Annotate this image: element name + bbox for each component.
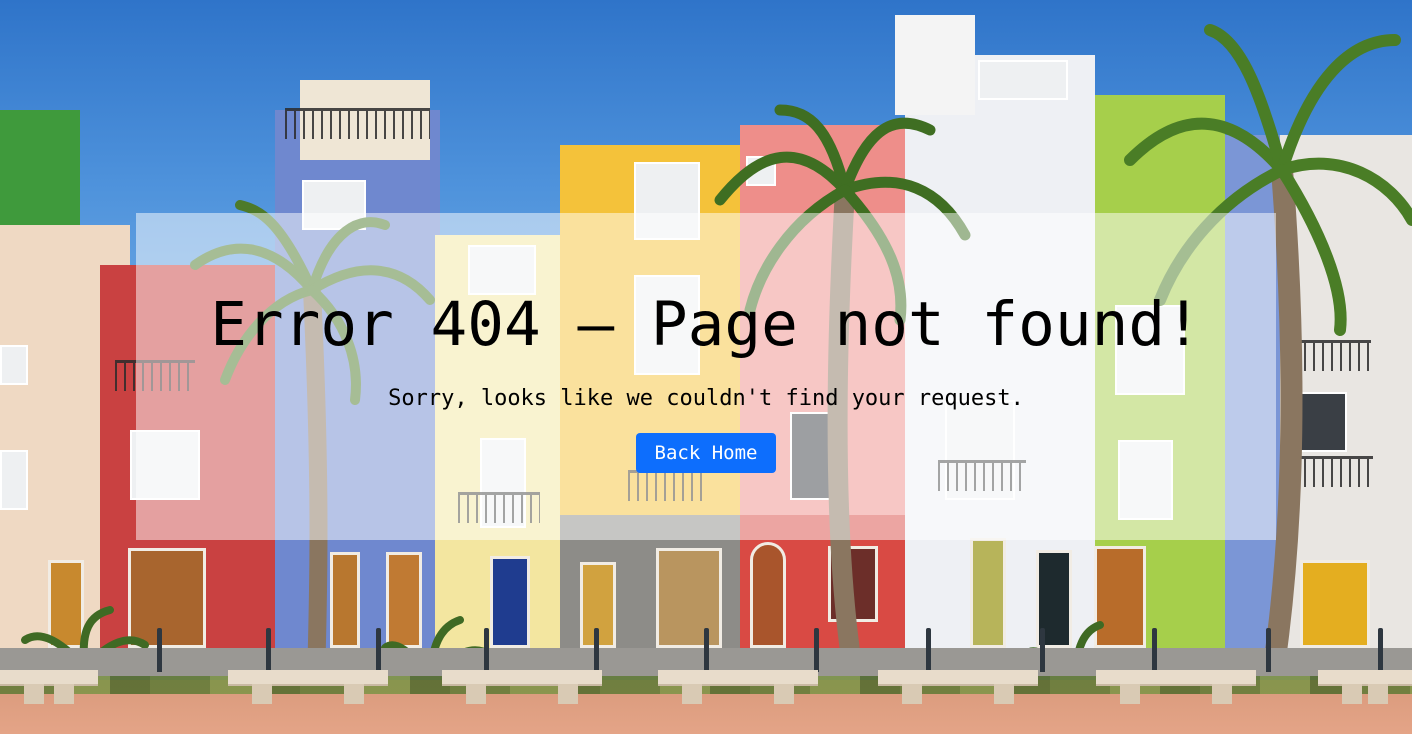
bollard	[926, 628, 931, 672]
bollard	[1378, 628, 1383, 672]
bollard	[814, 628, 819, 672]
bollard	[704, 628, 709, 672]
bench	[228, 670, 388, 704]
bench	[0, 670, 98, 704]
bench	[442, 670, 602, 704]
bollard	[266, 628, 271, 672]
bench	[1318, 670, 1412, 704]
error-title: Error 404 — Page not found!	[210, 289, 1202, 360]
bench	[1096, 670, 1256, 704]
bollard	[1152, 628, 1157, 672]
bollard	[376, 628, 381, 672]
back-home-button[interactable]: Back Home	[636, 433, 776, 473]
bollard	[594, 628, 599, 672]
bench	[878, 670, 1038, 704]
bollard	[1040, 628, 1045, 672]
error-message: Sorry, looks like we couldn't find your …	[388, 386, 1024, 411]
bollard	[1266, 628, 1271, 672]
error-panel: Error 404 — Page not found! Sorry, looks…	[136, 213, 1276, 540]
bollard	[157, 628, 162, 672]
bollard	[484, 628, 489, 672]
bench	[658, 670, 818, 704]
